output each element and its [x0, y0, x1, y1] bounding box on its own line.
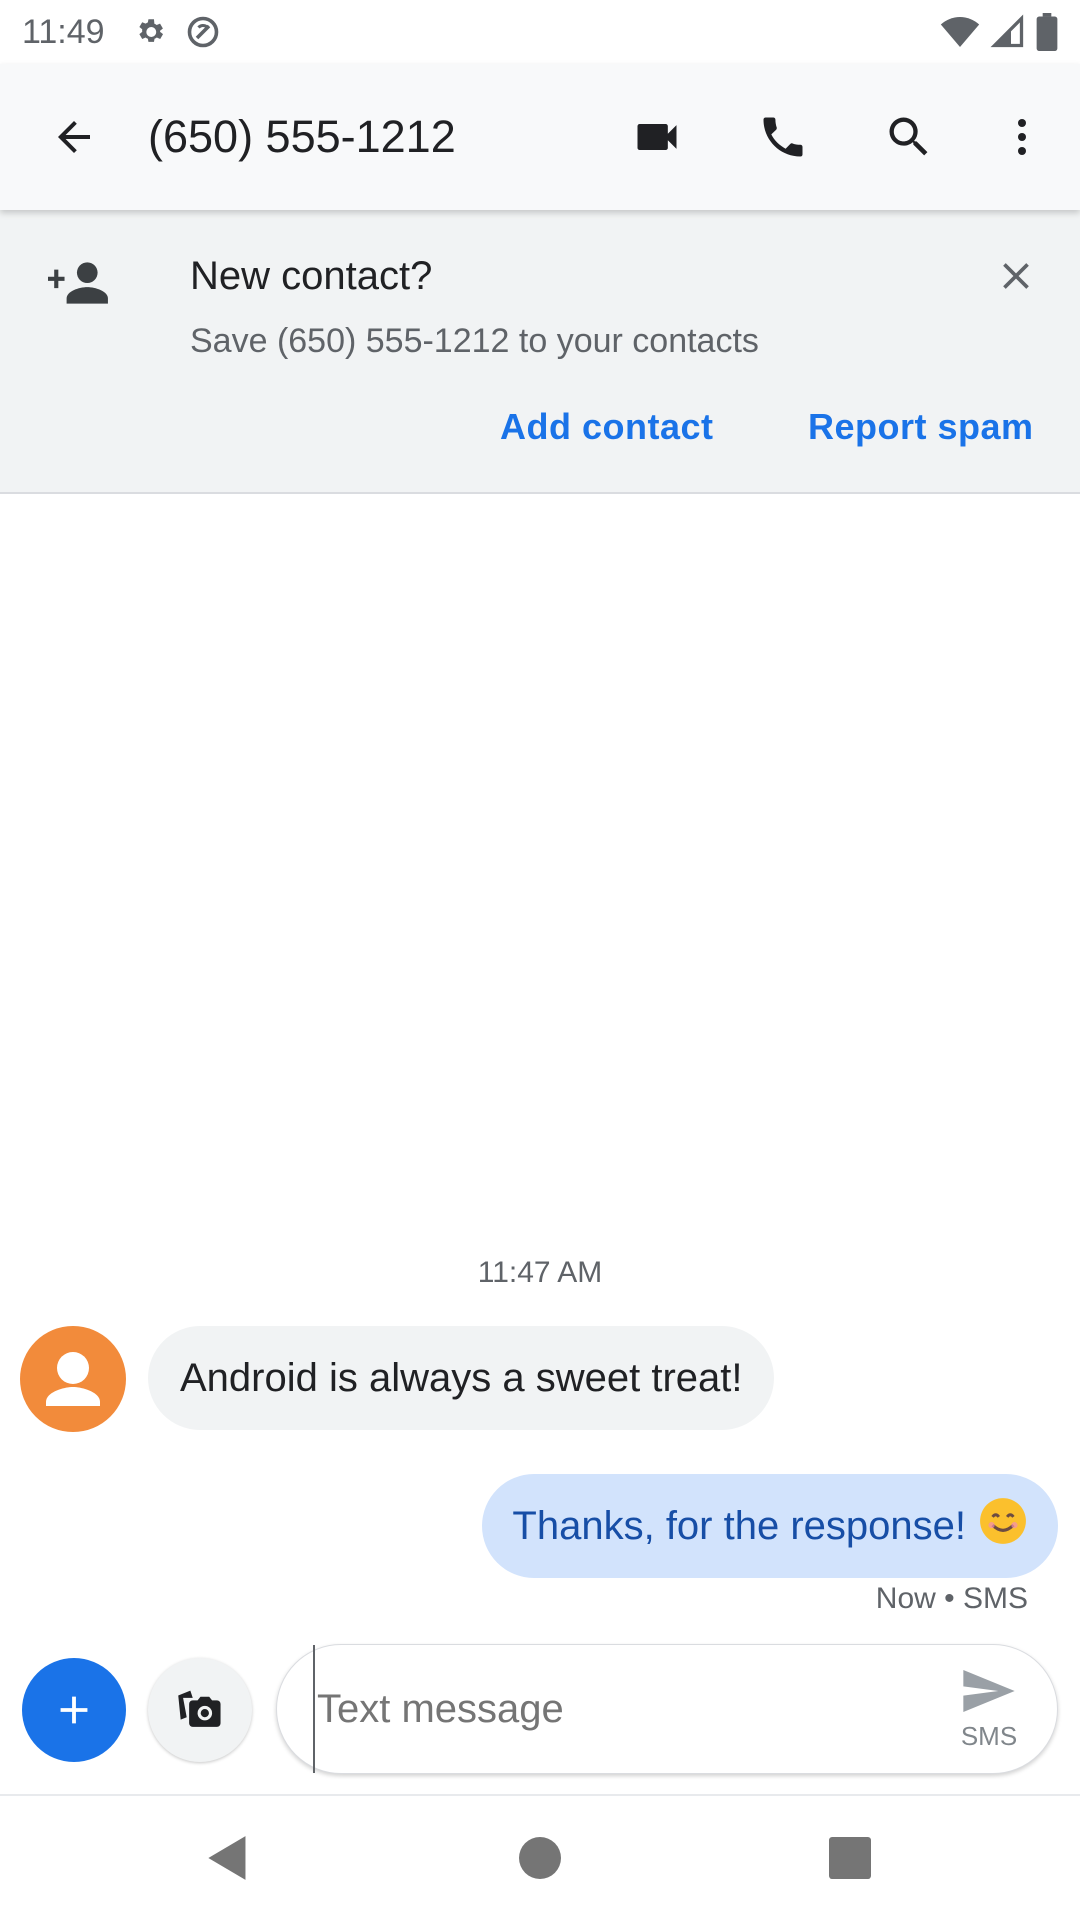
message-status: Now • SMS — [875, 1582, 1028, 1615]
add-person-icon — [48, 262, 108, 304]
new-contact-banner: New contact? Save (650) 555-1212 to your… — [0, 210, 1080, 494]
incoming-message-text: Android is always a sweet treat! — [180, 1355, 743, 1400]
nav-recents-icon — [829, 1837, 871, 1879]
report-spam-button[interactable]: Report spam — [808, 406, 1034, 448]
back-button[interactable] — [28, 64, 120, 210]
send-icon — [963, 1670, 1015, 1712]
add-attachment-button[interactable] — [22, 1658, 126, 1762]
message-input[interactable] — [313, 1645, 893, 1773]
outgoing-message-bubble[interactable]: Thanks, for the response! — [482, 1474, 1058, 1578]
send-label: SMS — [960, 1721, 1018, 1751]
gear-icon — [138, 19, 163, 42]
phone-icon — [763, 117, 803, 157]
conversation-timestamp: 11:47 AM — [477, 1256, 603, 1289]
search-button[interactable] — [864, 64, 954, 210]
person-icon — [46, 1352, 100, 1406]
back-arrow-icon — [58, 121, 90, 153]
add-contact-button[interactable]: Add contact — [500, 406, 714, 448]
outgoing-message-text: Thanks, for the response! — [512, 1503, 966, 1548]
banner-subtitle: Save (650) 555-1212 to your contacts — [190, 322, 759, 360]
plus-icon — [60, 1696, 88, 1724]
banner-title: New contact? — [190, 254, 433, 298]
camera-gallery-icon — [178, 1690, 221, 1727]
do-not-disturb-icon — [187, 16, 218, 48]
nav-back-icon — [208, 1836, 246, 1880]
compose-bar: SMS — [0, 1640, 1080, 1792]
close-icon[interactable] — [994, 254, 1038, 298]
video-call-icon — [637, 124, 677, 150]
signal-icon — [990, 14, 1024, 48]
navigation-bar — [0, 1796, 1080, 1920]
search-icon — [889, 117, 928, 156]
status-time: 11:49 — [22, 12, 105, 51]
app-bar: (650) 555-1212 — [0, 64, 1080, 210]
nav-back-button[interactable] — [168, 1796, 288, 1920]
status-left-icons — [133, 14, 221, 50]
more-vert-icon — [1018, 119, 1026, 155]
conversation-title: (650) 555-1212 — [148, 111, 456, 162]
send-button[interactable]: SMS — [955, 1667, 1023, 1752]
video-call-button[interactable] — [612, 64, 702, 210]
nav-recents-button[interactable] — [790, 1796, 910, 1920]
overflow-menu-button[interactable] — [980, 64, 1064, 210]
smile-emoji-icon — [978, 1496, 1028, 1556]
voice-call-button[interactable] — [738, 64, 828, 210]
battery-icon — [1036, 13, 1058, 51]
nav-home-button[interactable] — [480, 1796, 600, 1920]
wifi-icon — [940, 17, 980, 47]
avatar[interactable] — [20, 1326, 126, 1432]
message-field: SMS — [276, 1644, 1058, 1774]
status-bar: 11:49 — [0, 0, 1080, 64]
nav-home-icon — [519, 1837, 561, 1879]
incoming-message-bubble[interactable]: Android is always a sweet treat! — [148, 1326, 775, 1430]
camera-gallery-button[interactable] — [148, 1658, 252, 1762]
status-right-icons — [940, 13, 1058, 51]
